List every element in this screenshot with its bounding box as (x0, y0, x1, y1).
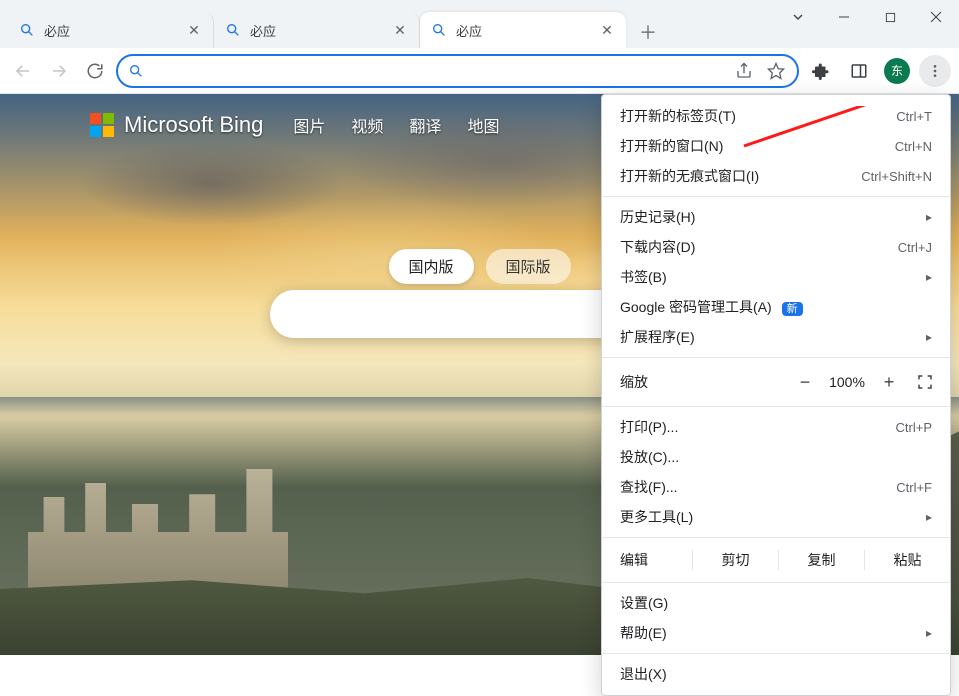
toolbar: 东 (0, 48, 959, 94)
chevron-right-icon: ▸ (926, 270, 932, 284)
close-icon[interactable]: ✕ (391, 21, 409, 39)
menu-new-tab[interactable]: 打开新的标签页(T) Ctrl+T (602, 101, 950, 131)
menu-separator (602, 406, 950, 407)
new-badge: 新 (782, 302, 803, 316)
menu-print[interactable]: 打印(P)... Ctrl+P (602, 412, 950, 442)
bing-brand-text: Microsoft Bing (124, 112, 263, 138)
tab-3-active[interactable]: 必应 ✕ (420, 12, 626, 48)
menu-help[interactable]: 帮助(E) ▸ (602, 618, 950, 648)
bing-nav-videos[interactable]: 视频 (351, 113, 383, 137)
microsoft-logo-icon (90, 113, 114, 137)
search-icon (430, 21, 448, 39)
bing-version-tabs: 国内版 国际版 (388, 249, 570, 284)
profile-avatar[interactable]: 东 (881, 55, 913, 87)
menu-zoom: 缩放 − 100% + (602, 363, 950, 401)
menu-separator (602, 582, 950, 583)
menu-downloads[interactable]: 下载内容(D) Ctrl+J (602, 232, 950, 262)
tab-2[interactable]: 必应 ✕ (214, 12, 420, 48)
tab-1[interactable]: 必应 ✕ (8, 12, 214, 48)
menu-settings[interactable]: 设置(G) (602, 588, 950, 618)
tab-title: 必应 (456, 21, 590, 40)
close-icon[interactable]: ✕ (185, 21, 203, 39)
edit-copy-button[interactable]: 复制 (779, 550, 864, 570)
chevron-right-icon: ▸ (926, 330, 932, 344)
address-input[interactable] (154, 63, 723, 79)
chrome-menu: 打开新的标签页(T) Ctrl+T 打开新的窗口(N) Ctrl+N 打开新的无… (601, 94, 951, 696)
edit-paste-button[interactable]: 粘贴 (865, 550, 950, 570)
menu-separator (602, 357, 950, 358)
search-icon (128, 63, 144, 79)
side-panel-button[interactable] (843, 55, 875, 87)
menu-cast[interactable]: 投放(C)... (602, 442, 950, 472)
bing-header: Microsoft Bing 图片 视频 翻译 地图 (90, 112, 499, 138)
chevron-right-icon: ▸ (926, 626, 932, 640)
menu-more-tools[interactable]: 更多工具(L) ▸ (602, 502, 950, 532)
menu-separator (602, 196, 950, 197)
bing-version-cn[interactable]: 国内版 (388, 249, 473, 284)
new-tab-button[interactable]: ＋ (632, 16, 664, 48)
close-window-button[interactable] (913, 0, 959, 34)
tab-title: 必应 (44, 21, 177, 40)
menu-new-incognito[interactable]: 打开新的无痕式窗口(I) Ctrl+Shift+N (602, 161, 950, 191)
zoom-value: 100% (820, 374, 874, 390)
tab-search-button[interactable] (775, 0, 821, 34)
search-icon (224, 21, 242, 39)
minimize-button[interactable] (821, 0, 867, 34)
menu-edit-row: 编辑 剪切 复制 粘贴 (602, 543, 950, 577)
chrome-menu-button[interactable] (919, 55, 951, 87)
close-icon[interactable]: ✕ (598, 21, 616, 39)
bing-logo[interactable]: Microsoft Bing (90, 112, 263, 138)
menu-bookmarks[interactable]: 书签(B) ▸ (602, 262, 950, 292)
menu-history[interactable]: 历史记录(H) ▸ (602, 202, 950, 232)
forward-button[interactable] (44, 56, 74, 86)
menu-passwords[interactable]: Google 密码管理工具(A) 新 (602, 292, 950, 322)
bing-nav-translate[interactable]: 翻译 (409, 113, 441, 137)
menu-find[interactable]: 查找(F)... Ctrl+F (602, 472, 950, 502)
window-controls (775, 0, 959, 34)
menu-separator (602, 537, 950, 538)
bing-nav-maps[interactable]: 地图 (467, 113, 499, 137)
zoom-in-button[interactable]: + (874, 372, 904, 393)
bing-nav: 图片 视频 翻译 地图 (293, 113, 499, 137)
tab-title: 必应 (250, 21, 383, 40)
star-icon[interactable] (765, 62, 787, 80)
menu-separator (602, 653, 950, 654)
titlebar: 必应 ✕ 必应 ✕ 必应 ✕ ＋ (0, 0, 959, 48)
fullscreen-icon[interactable] (912, 374, 938, 390)
search-icon (18, 21, 36, 39)
zoom-out-button[interactable]: − (790, 372, 820, 393)
menu-extensions[interactable]: 扩展程序(E) ▸ (602, 322, 950, 352)
avatar: 东 (884, 58, 910, 84)
back-button[interactable] (8, 56, 38, 86)
chevron-right-icon: ▸ (926, 210, 932, 224)
omnibox[interactable] (116, 54, 799, 88)
bing-version-intl[interactable]: 国际版 (486, 249, 571, 284)
bing-nav-images[interactable]: 图片 (293, 113, 325, 137)
menu-new-window[interactable]: 打开新的窗口(N) Ctrl+N (602, 131, 950, 161)
maximize-button[interactable] (867, 0, 913, 34)
extensions-button[interactable] (805, 55, 837, 87)
edit-cut-button[interactable]: 剪切 (693, 550, 778, 570)
menu-exit[interactable]: 退出(X) (602, 659, 950, 689)
reload-button[interactable] (80, 56, 110, 86)
chevron-right-icon: ▸ (926, 510, 932, 524)
tab-strip: 必应 ✕ 必应 ✕ 必应 ✕ ＋ (0, 0, 775, 48)
share-icon[interactable] (733, 62, 755, 80)
